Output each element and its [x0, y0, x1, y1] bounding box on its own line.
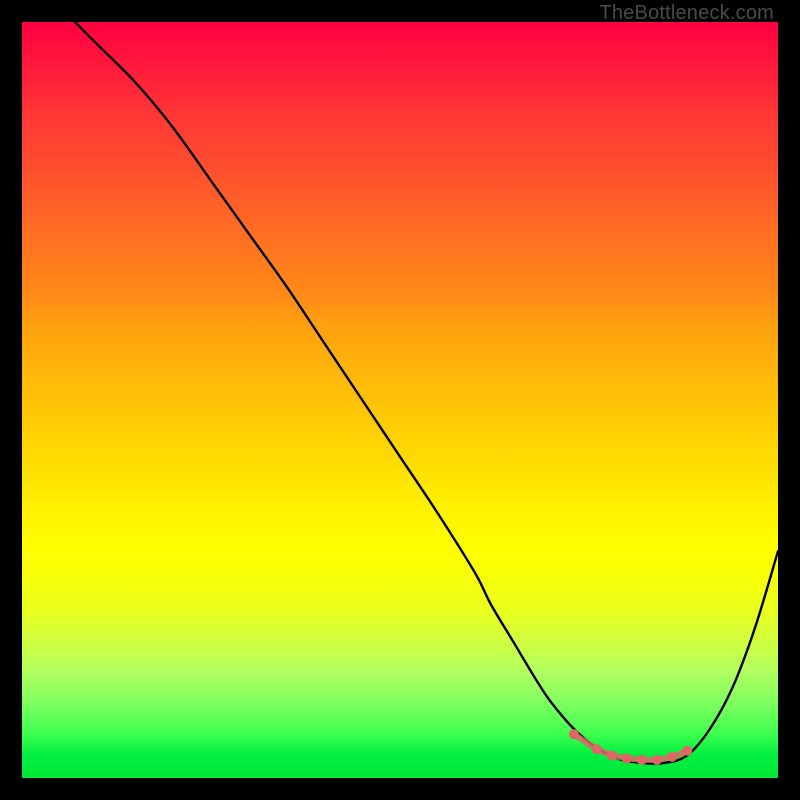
outer-frame: TheBottleneck.com	[0, 0, 800, 800]
optimum-markers	[569, 729, 692, 765]
bottleneck-curve	[75, 22, 778, 764]
chart-plot-area	[22, 22, 778, 778]
optimum-marker	[592, 744, 602, 754]
optimum-marker	[622, 753, 632, 763]
optimum-marker	[682, 746, 692, 756]
optimum-marker	[607, 750, 617, 760]
chart-svg	[22, 22, 778, 778]
optimum-marker	[569, 729, 579, 739]
optimum-marker	[637, 755, 647, 765]
optimum-marker	[667, 752, 677, 762]
optimum-marker	[652, 755, 662, 765]
